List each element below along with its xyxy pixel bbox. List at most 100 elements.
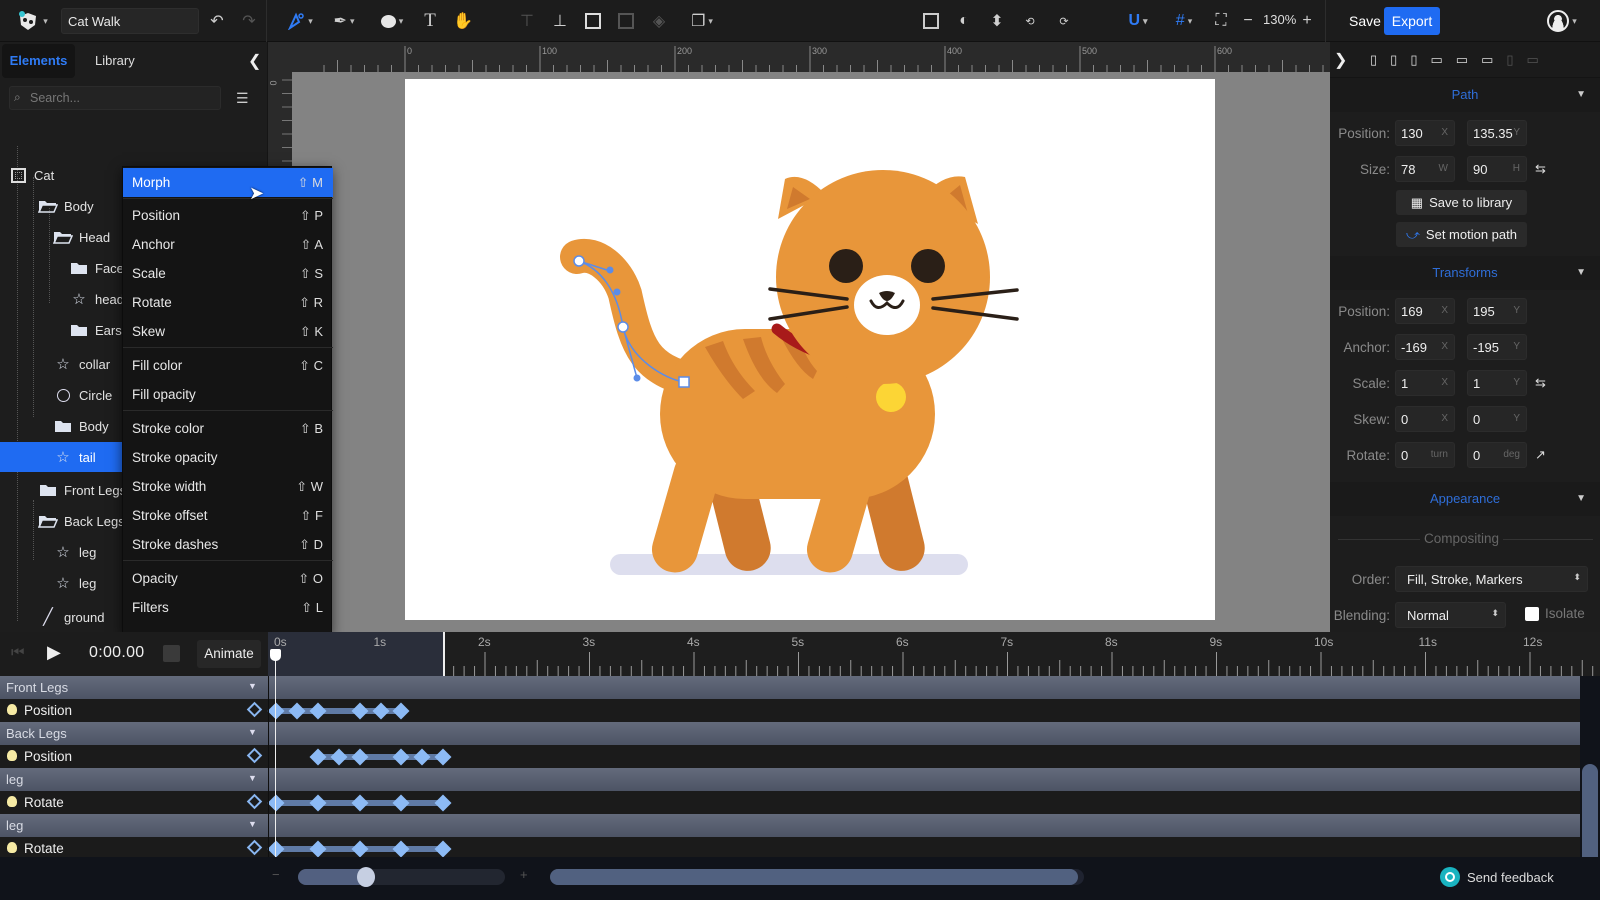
keyframe-diamond[interactable]	[309, 840, 327, 858]
scale-y-field[interactable]: 1Y	[1467, 370, 1527, 396]
layer-item-ears[interactable]: Ears	[69, 315, 122, 345]
menu-item-fill-opacity[interactable]: Fill opacity	[123, 380, 333, 409]
keyframe-diamond[interactable]	[392, 748, 410, 766]
align-right-icon[interactable]: ▯	[1410, 52, 1430, 67]
fit-artboard-icon[interactable]	[920, 10, 942, 32]
current-time[interactable]: 0:00.00	[89, 644, 144, 662]
path-position-y-field[interactable]: 135.35 Y	[1467, 120, 1527, 146]
hand-tool-icon[interactable]: ✋	[452, 10, 474, 32]
boolean-ops-icon[interactable]: ❐ ▾	[684, 10, 720, 32]
flip-horizontal-icon[interactable]: ◐	[953, 10, 975, 32]
rotate-orient-icon[interactable]: ↗	[1535, 447, 1546, 463]
layer-item-back-legs[interactable]: Back Legs	[38, 506, 125, 536]
timeline-group-row[interactable]: Back Legs ▼	[0, 722, 1580, 745]
tab-library[interactable]: Library	[85, 44, 145, 78]
keyframe-diamond[interactable]	[309, 702, 327, 720]
keyframe-diamond[interactable]	[351, 794, 369, 812]
pen-tool[interactable]: ✒ ▾	[326, 10, 362, 32]
save-to-library-button[interactable]: ▦ Save to library	[1396, 190, 1527, 215]
keyframe-diamond[interactable]	[372, 702, 389, 720]
layer-item-leg[interactable]: ☆ leg	[53, 537, 96, 567]
play-icon[interactable]: ▶	[47, 642, 61, 663]
ellipse-tool[interactable]: ▾	[374, 10, 410, 32]
menu-item-rotate[interactable]: Rotate ⇧ R	[123, 288, 333, 317]
keyframe-diamond[interactable]	[351, 748, 369, 766]
canvas-viewport[interactable]: 0 100 200 300 400 500 600 0	[268, 42, 1330, 632]
fit-screen-icon[interactable]: ⛶	[1210, 10, 1232, 32]
search-input[interactable]	[30, 91, 215, 105]
lightbulb-icon[interactable]	[7, 842, 17, 853]
path-size-w-field[interactable]: 78 W	[1395, 156, 1455, 182]
timeline-property-row[interactable]: Position	[0, 699, 1580, 722]
easing-icon[interactable]	[163, 645, 180, 662]
keyframe-diamond[interactable]	[392, 702, 410, 720]
order-select[interactable]: Fill, Stroke, Markers ⬍	[1395, 566, 1588, 592]
layer-item-head[interactable]: ☆ head	[69, 284, 124, 314]
distribute-v-icon[interactable]: ▭	[1527, 52, 1552, 67]
add-keyframe-icon[interactable]	[246, 747, 263, 764]
send-feedback-button[interactable]: Send feedback	[1440, 867, 1554, 887]
anchor-x-field[interactable]: -169 X	[1395, 334, 1455, 360]
mask-icon[interactable]: ◈	[648, 10, 670, 32]
app-menu-button[interactable]: ▾	[14, 10, 50, 32]
rotate-deg-field[interactable]: 0 deg	[1467, 442, 1527, 468]
document-title-input[interactable]	[61, 8, 199, 34]
transform-position-y-field[interactable]: 195 Y	[1467, 298, 1527, 324]
layer-item-cat[interactable]: Cat	[8, 160, 54, 190]
align-bottom-icon[interactable]: ▭	[1481, 52, 1506, 67]
collapse-panel-icon[interactable]: ❮	[248, 51, 261, 71]
menu-item-stroke-color[interactable]: Stroke color ⇧ B	[123, 414, 333, 443]
undo-icon[interactable]: ↶	[206, 10, 228, 32]
timeline-group-row[interactable]: leg ▼	[0, 768, 1580, 791]
chevron-down-icon[interactable]: ▼	[248, 773, 257, 783]
align-top-icon[interactable]: ▭	[1430, 52, 1455, 67]
save-button[interactable]: Save	[1343, 8, 1387, 34]
keyframe-diamond[interactable]	[330, 748, 348, 766]
skew-y-field[interactable]: 0Y	[1467, 406, 1527, 432]
align-center-v-icon[interactable]: ▭	[1456, 52, 1481, 67]
keyframe-diamond[interactable]	[434, 794, 452, 812]
menu-item-stroke-offset[interactable]: Stroke offset ⇧ F	[123, 501, 333, 530]
skew-x-field[interactable]: 0X	[1395, 406, 1455, 432]
node-edit-tool[interactable]: ▾	[282, 10, 318, 32]
search-field[interactable]: ⌕	[9, 86, 221, 110]
keyframe-diamond[interactable]	[288, 702, 306, 720]
section-appearance-header[interactable]: Appearance ▼	[1330, 482, 1600, 516]
chevron-down-icon[interactable]: ▼	[248, 819, 257, 829]
timeline-group-row[interactable]: leg ▼	[0, 814, 1580, 837]
menu-item-stroke-width[interactable]: Stroke width ⇧ W	[123, 472, 333, 501]
timeline-hscroll-thumb[interactable]	[550, 869, 1078, 885]
rotate-turn-field[interactable]: 0 turn	[1395, 442, 1455, 468]
collapse-right-panel-icon[interactable]: ❯	[1334, 50, 1347, 70]
keyframe-diamond[interactable]	[413, 748, 431, 766]
redo-icon[interactable]: ↷	[238, 10, 260, 32]
keyframe-diamond[interactable]	[351, 840, 369, 858]
timeline-zoom-in-icon[interactable]: +	[520, 867, 528, 882]
transform-position-x-field[interactable]: 169 X	[1395, 298, 1455, 324]
layer-item-front-legs[interactable]: Front Legs	[38, 475, 126, 505]
timeline-zoom-out-icon[interactable]: −	[272, 867, 280, 882]
align-bottom-icon[interactable]: ⊤	[516, 10, 538, 32]
artboard[interactable]	[405, 79, 1215, 620]
distribute-h-icon[interactable]: ▯	[1506, 52, 1526, 67]
menu-item-opacity[interactable]: Opacity ⇧ O	[123, 564, 333, 593]
timeline-property-row[interactable]: Rotate	[0, 791, 1580, 814]
skip-to-start-icon[interactable]: ⏮	[11, 644, 25, 661]
link-proportions-icon[interactable]: ⇆	[1535, 161, 1546, 177]
keyframe-diamond[interactable]	[267, 840, 285, 858]
layer-item-body[interactable]: Body	[38, 191, 94, 221]
tab-elements[interactable]: Elements	[2, 44, 75, 78]
lightbulb-icon[interactable]	[7, 750, 17, 761]
layer-item-ground[interactable]: ╱ ground	[38, 602, 104, 632]
layer-item-collar[interactable]: ☆ collar	[53, 349, 110, 379]
keyframe-diamond[interactable]	[434, 840, 452, 858]
menu-item-fill-color[interactable]: Fill color ⇧ C	[123, 351, 333, 380]
keyframe-diamond[interactable]	[392, 840, 410, 858]
keyframe-diamond[interactable]	[351, 702, 369, 720]
layer-item-tail[interactable]: ☆ tail	[0, 442, 122, 472]
set-motion-path-button[interactable]: ⤻ Set motion path	[1396, 222, 1527, 247]
chevron-down-icon[interactable]: ▼	[248, 727, 257, 737]
lightbulb-icon[interactable]	[7, 704, 17, 715]
playhead-handle[interactable]	[270, 649, 281, 661]
distribute-icon[interactable]: ⊥	[549, 10, 571, 32]
